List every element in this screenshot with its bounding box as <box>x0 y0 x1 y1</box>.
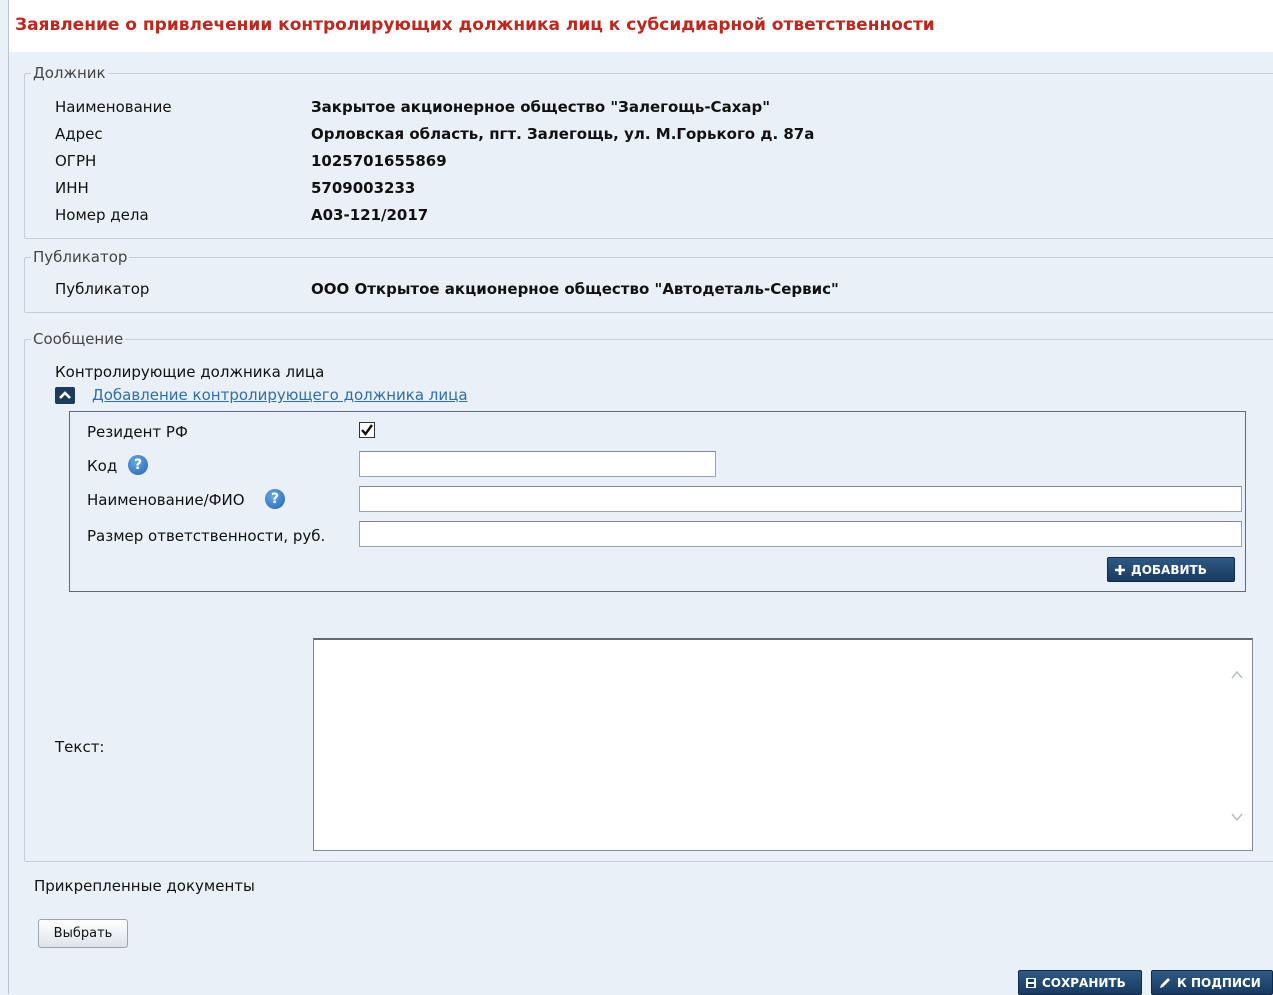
help-icon[interactable]: ? <box>265 489 285 509</box>
name-label: Наименование/ФИО <box>87 491 245 509</box>
debtor-inn-value: 5709003233 <box>311 179 416 197</box>
debtor-inn-label: ИНН <box>55 179 89 197</box>
debtor-ogrn-value: 1025701655869 <box>311 152 447 170</box>
resident-checkbox[interactable] <box>359 422 375 438</box>
debtor-address-value: Орловская область, пгт. Залегощь, ул. М.… <box>311 125 815 143</box>
choose-file-button[interactable]: Выбрать <box>38 919 128 948</box>
plus-icon <box>1114 564 1126 576</box>
debtor-case-value: А03-121/2017 <box>311 206 429 224</box>
page-title: Заявление о привлечении контролирующих д… <box>15 15 935 35</box>
debtor-case-label: Номер дела <box>55 206 149 224</box>
resident-label: Резидент РФ <box>87 423 188 441</box>
title-bar: Заявление о привлечении контролирующих д… <box>9 0 1273 52</box>
code-label: Код <box>87 457 118 475</box>
add-button[interactable]: ДОБАВИТЬ <box>1107 557 1235 582</box>
debtor-section: Должник <box>24 64 1273 239</box>
publisher-legend: Публикатор <box>33 248 128 266</box>
text-area[interactable] <box>313 638 1253 851</box>
name-input[interactable] <box>359 486 1242 512</box>
attachments-label: Прикрепленные документы <box>34 877 255 895</box>
debtor-ogrn-label: ОГРН <box>55 152 97 170</box>
save-button[interactable]: СОХРАНИТЬ <box>1018 970 1142 995</box>
help-icon[interactable]: ? <box>128 455 148 475</box>
amount-label: Размер ответственности, руб. <box>87 527 326 545</box>
collapse-button[interactable] <box>55 387 75 404</box>
debtor-name-value: Закрытое акционерное общество "Залегощь-… <box>311 98 771 116</box>
add-controlling-person-link[interactable]: Добавление контролирующего должника лица <box>92 386 468 404</box>
save-button-label: СОХРАНИТЬ <box>1042 975 1126 990</box>
debtor-address-label: Адрес <box>55 125 103 143</box>
chevron-up-icon <box>59 391 71 399</box>
sign-button[interactable]: К ПОДПИСИ <box>1151 970 1273 995</box>
save-icon <box>1025 977 1037 989</box>
publisher-value: ООО Открытое акционерное общество "Автод… <box>311 280 839 298</box>
controlling-persons-label: Контролирующие должника лица <box>55 363 325 381</box>
check-icon <box>361 424 373 436</box>
publisher-label: Публикатор <box>55 280 150 298</box>
scroll-up-icon[interactable] <box>1230 668 1244 682</box>
text-label: Текст: <box>55 738 105 756</box>
pencil-icon <box>1158 976 1172 990</box>
code-input[interactable] <box>359 451 716 477</box>
add-button-label: ДОБАВИТЬ <box>1131 562 1207 577</box>
sign-button-label: К ПОДПИСИ <box>1177 975 1261 990</box>
scroll-down-icon[interactable] <box>1230 810 1244 824</box>
debtor-name-label: Наименование <box>55 98 172 116</box>
debtor-legend: Должник <box>33 64 106 82</box>
message-legend: Сообщение <box>33 330 124 348</box>
left-border <box>8 0 9 994</box>
amount-input[interactable] <box>359 521 1242 547</box>
